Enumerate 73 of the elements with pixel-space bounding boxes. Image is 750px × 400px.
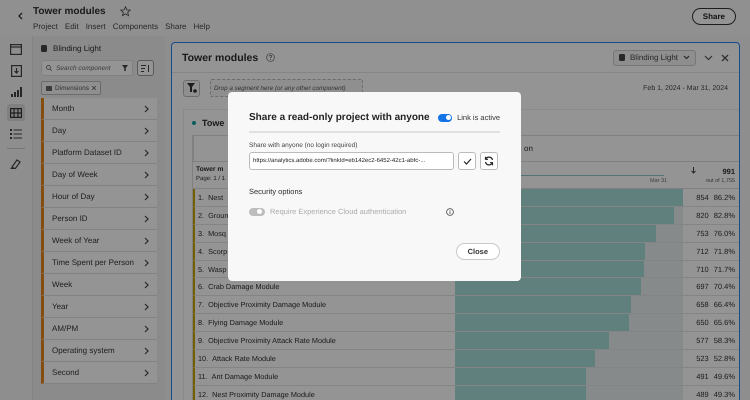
dimension-item[interactable]: Day of Week (41, 164, 157, 186)
dimension-item[interactable]: Time Spent per Person (41, 252, 157, 274)
menu-item[interactable]: Project (33, 22, 58, 31)
chevron-right-icon (144, 126, 149, 134)
chevron-left-icon (18, 12, 22, 20)
chevron-down-icon (704, 54, 713, 60)
download-icon (10, 64, 22, 76)
database-icon (41, 44, 47, 52)
dimension-item[interactable]: Hour of Day (41, 186, 157, 208)
chevron-down-icon (683, 55, 690, 60)
chevron-right-icon (144, 258, 149, 266)
search-icon (46, 64, 52, 72)
menu-item[interactable]: Insert (86, 22, 106, 31)
dimension-item[interactable]: Week (41, 274, 157, 296)
segment-filter-button[interactable] (183, 80, 200, 96)
chevron-right-icon (144, 148, 149, 156)
share-button[interactable]: Share (692, 8, 736, 25)
dimension-item[interactable]: Day (41, 120, 157, 142)
dimension-item[interactable]: Second (41, 362, 157, 384)
refresh-icon (484, 156, 494, 166)
info-icon[interactable] (446, 208, 454, 216)
dialog-title: Share a read-only project with anyone (249, 112, 430, 123)
chevron-right-icon (144, 346, 149, 354)
dimension-item[interactable]: AM/PM (41, 318, 157, 340)
window-icon (10, 44, 22, 55)
brush-icon (10, 158, 22, 169)
chevron-right-icon (144, 324, 149, 332)
dimension-item[interactable]: Person ID (41, 208, 157, 230)
data-view-name: Blinding Light (53, 44, 102, 52)
close-icon (721, 54, 729, 62)
dimension-item[interactable]: Week of Year (41, 230, 157, 252)
confirm-button[interactable] (458, 152, 476, 170)
close-button[interactable] (721, 54, 729, 62)
help-icon[interactable] (266, 53, 276, 62)
list-icon (10, 128, 22, 138)
dimension-item[interactable]: Year (41, 296, 157, 318)
tag-icon (46, 86, 52, 90)
sort-icon (141, 64, 150, 72)
dimension-item[interactable]: Platform Dataset ID (41, 142, 157, 164)
rail-button[interactable] (7, 41, 25, 58)
chevron-right-icon (144, 236, 149, 244)
sort-button[interactable] (137, 60, 154, 76)
remove-icon[interactable] (92, 86, 96, 90)
sort-arrow-icon[interactable] (690, 167, 696, 174)
segment-filter-icon (186, 83, 196, 93)
chevron-right-icon (144, 214, 149, 222)
star-icon[interactable] (120, 6, 131, 17)
panel-title: Tower modules (182, 52, 258, 64)
rail-button[interactable] (7, 104, 25, 121)
chevron-right-icon (144, 368, 149, 376)
table-title: Towe (202, 118, 224, 128)
components-icon (10, 108, 22, 118)
menu-item[interactable]: Help (193, 22, 210, 31)
data-view-dropdown[interactable]: Blinding Light (612, 50, 696, 66)
menu-item[interactable]: Edit (64, 22, 79, 31)
metric-header: on (523, 144, 533, 153)
refresh-button[interactable] (480, 152, 498, 170)
status-dot (192, 121, 196, 125)
project-title: Tower modules (33, 6, 106, 17)
menu-item[interactable]: Components (112, 22, 158, 31)
dimension-item[interactable]: Month (41, 98, 157, 120)
bar-chart-icon (10, 86, 22, 96)
chevron-right-icon (144, 104, 149, 112)
dimension-item[interactable]: Operating system (41, 340, 157, 362)
checkmark-icon (462, 158, 472, 164)
chevron-right-icon (144, 280, 149, 288)
chevron-right-icon (144, 302, 149, 310)
chevron-right-icon (144, 170, 149, 178)
menu-item[interactable]: Share (165, 22, 186, 31)
chevron-right-icon (144, 192, 149, 200)
filter-icon[interactable] (122, 64, 128, 72)
database-icon (618, 54, 625, 61)
collapse-button[interactable] (704, 54, 713, 60)
